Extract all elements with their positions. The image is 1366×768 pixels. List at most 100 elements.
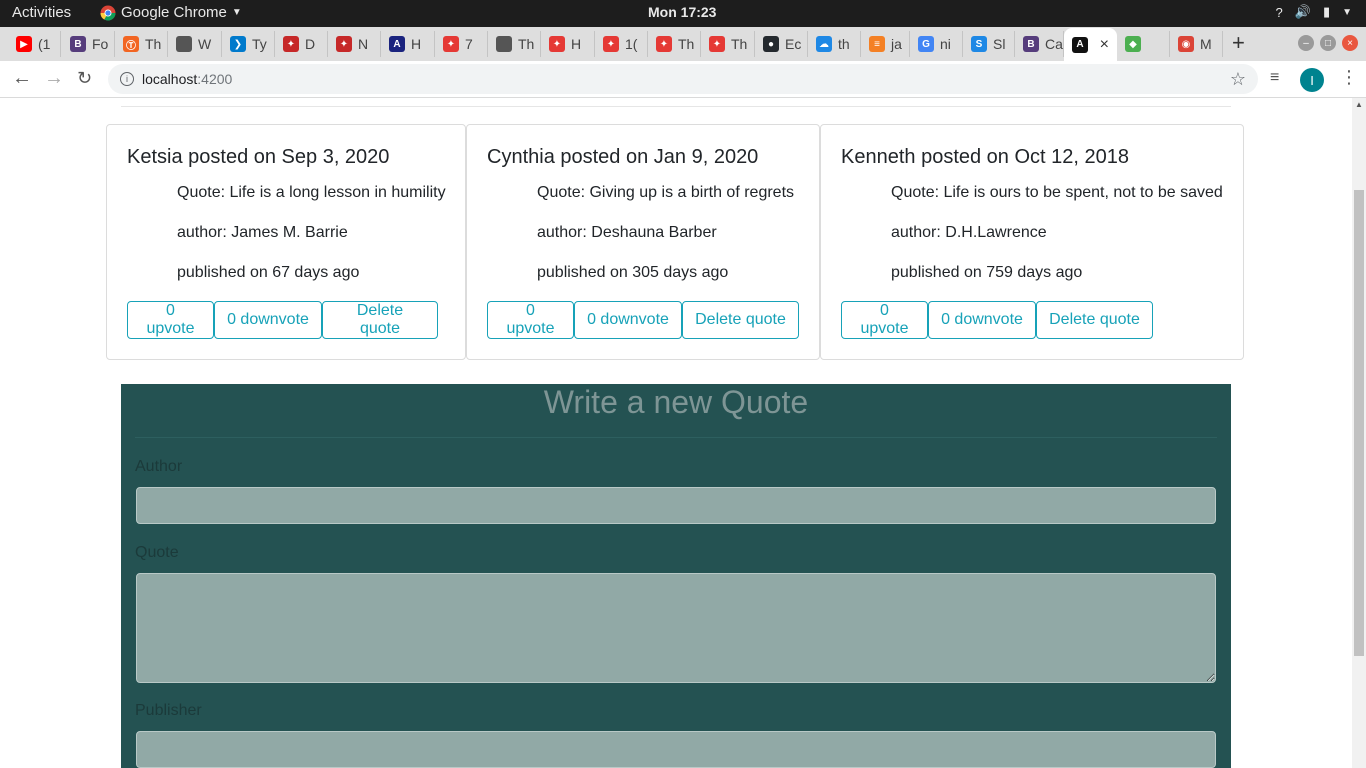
- browser-tab[interactable]: B Fo: [62, 31, 115, 57]
- tab-label: Sl: [993, 36, 1006, 52]
- system-tray[interactable]: ? 🔊 ▮ ▼: [1276, 4, 1352, 20]
- new-quote-form: Write a new Quote Author Quote Publisher: [121, 384, 1231, 768]
- more-menu-icon[interactable]: ⋮: [1340, 67, 1358, 88]
- downvote-button[interactable]: 0 downvote: [574, 301, 682, 339]
- tab-label: H: [411, 36, 422, 52]
- app-menu[interactable]: Google Chrome ▼: [100, 4, 242, 21]
- delete-quote-button[interactable]: Delete quote: [322, 301, 438, 339]
- upvote-button[interactable]: 0 upvote: [127, 301, 214, 339]
- window-controls: – □ ×: [1298, 35, 1358, 51]
- tab-label: ni: [940, 36, 951, 52]
- tab-label: Th: [518, 36, 535, 52]
- orange-app-icon: Ⓣ: [123, 36, 139, 52]
- tab-label: Fo: [92, 36, 109, 52]
- author-field[interactable]: [136, 487, 1216, 524]
- scrollbar-thumb[interactable]: [1354, 190, 1364, 656]
- tab-label: th: [838, 36, 850, 52]
- paw-icon: ✦: [656, 36, 672, 52]
- address-bar[interactable]: i localhost:4200 ☆: [108, 64, 1258, 94]
- browser-tab[interactable]: Gni: [910, 31, 963, 57]
- page-scrollbar[interactable]: ▲: [1352, 98, 1366, 768]
- tab-label: Ca: [1045, 36, 1063, 52]
- browser-tab[interactable]: ✦ Th: [648, 31, 701, 57]
- battery-icon: ▮: [1322, 4, 1331, 19]
- browser-tab[interactable]: AH: [381, 31, 435, 57]
- clock[interactable]: Mon 17:23: [648, 4, 716, 20]
- delete-quote-button[interactable]: Delete quote: [682, 301, 799, 339]
- activities-button[interactable]: Activities: [12, 4, 71, 21]
- browser-tab[interactable]: ✦ 7: [435, 31, 488, 57]
- quote-text: Quote: Giving up is a birth of regrets: [537, 184, 795, 201]
- browser-tab[interactable]: W: [168, 31, 222, 57]
- quote-field[interactable]: [136, 573, 1216, 683]
- blank-favicon: [496, 36, 512, 52]
- browser-tab[interactable]: B Ca: [1015, 31, 1064, 57]
- maximize-button[interactable]: □: [1320, 35, 1336, 51]
- quote-heading: Ketsia posted on Sep 3, 2020: [127, 146, 390, 168]
- delete-quote-button[interactable]: Delete quote: [1036, 301, 1153, 339]
- publisher-field[interactable]: [136, 731, 1216, 768]
- browser-tab[interactable]: ☁ th: [808, 31, 861, 57]
- volume-icon: 🔊: [1294, 4, 1311, 19]
- browser-tab[interactable]: ● Ec: [755, 31, 808, 57]
- form-title: Write a new Quote: [543, 384, 809, 420]
- cloud-icon: ☁: [816, 36, 832, 52]
- upvote-button[interactable]: 0 upvote: [487, 301, 574, 339]
- angular-icon: A: [1072, 36, 1088, 53]
- browser-tab[interactable]: ✦ H: [541, 31, 595, 57]
- bookmark-star-icon[interactable]: ☆: [1230, 69, 1246, 90]
- upvote-button[interactable]: 0 upvote: [841, 301, 928, 339]
- quote-published: published on 305 days ago: [537, 264, 729, 281]
- browser-tab[interactable]: ❯ Ty: [222, 31, 275, 57]
- chevron-down-icon: ▼: [231, 7, 242, 18]
- forward-arrow-icon[interactable]: →: [44, 67, 64, 90]
- tab-label: N: [358, 36, 369, 52]
- google-icon: G: [918, 36, 934, 52]
- browser-tab[interactable]: A ×: [1064, 28, 1117, 61]
- browser-tab[interactable]: ✦ N: [328, 31, 381, 57]
- scroll-up-icon[interactable]: ▲: [1355, 100, 1363, 109]
- multicolor-icon: ◆: [1125, 36, 1141, 52]
- tab-label: M: [1200, 36, 1212, 52]
- reload-icon[interactable]: ↻: [77, 68, 92, 89]
- downvote-button[interactable]: 0 downvote: [214, 301, 322, 339]
- browser-tab[interactable]: Ⓣ Th: [115, 31, 168, 57]
- close-window-button[interactable]: ×: [1342, 35, 1358, 51]
- browser-tab[interactable]: S Sl: [963, 31, 1015, 57]
- close-tab-icon[interactable]: ×: [1100, 36, 1109, 54]
- quote-author: author: D.H.Lawrence: [891, 224, 1047, 241]
- browser-tab[interactable]: Th: [488, 31, 541, 57]
- browser-tab[interactable]: ✦ 1(: [595, 31, 648, 57]
- downvote-button[interactable]: 0 downvote: [928, 301, 1036, 339]
- browser-tab[interactable]: ◉ M: [1170, 31, 1223, 57]
- browser-tab[interactable]: ≡ ja: [861, 31, 910, 57]
- site-info-icon[interactable]: i: [120, 72, 134, 86]
- paw-icon: ✦: [283, 36, 299, 52]
- minimize-button[interactable]: –: [1298, 35, 1314, 51]
- browser-tab[interactable]: ◆: [1117, 31, 1170, 57]
- back-arrow-icon[interactable]: ←: [12, 67, 32, 90]
- github-icon: ●: [763, 36, 779, 52]
- chrome-icon: ◉: [1178, 36, 1194, 52]
- s-icon: S: [971, 36, 987, 52]
- tab-label: (1: [38, 36, 51, 52]
- chrome-icon: [100, 5, 116, 21]
- divider: [121, 106, 1231, 107]
- new-tab-button[interactable]: +: [1232, 30, 1245, 56]
- browser-tab[interactable]: ▶ (1: [8, 31, 61, 57]
- browser-tab[interactable]: ✦ Th: [701, 31, 755, 57]
- browser-tab[interactable]: ✦ D: [275, 31, 328, 57]
- vscode-icon: ❯: [230, 36, 246, 52]
- tab-label: Th: [678, 36, 695, 52]
- quote-author: author: Deshauna Barber: [537, 224, 717, 241]
- media-control-icon[interactable]: ≡: [1270, 69, 1279, 87]
- url-port: :4200: [197, 71, 233, 87]
- quote-card: Cynthia posted on Jan 9, 2020 Quote: Giv…: [466, 124, 820, 360]
- profile-avatar[interactable]: I: [1300, 68, 1324, 92]
- tab-label: 1(: [625, 36, 638, 52]
- tab-label: ja: [891, 36, 902, 52]
- system-top-bar: Activities Google Chrome ▼ Mon 17:23 ? 🔊…: [0, 0, 1366, 27]
- paw-icon: ✦: [549, 36, 565, 52]
- help-icon: ?: [1275, 4, 1283, 20]
- tab-label: Ty: [252, 36, 267, 52]
